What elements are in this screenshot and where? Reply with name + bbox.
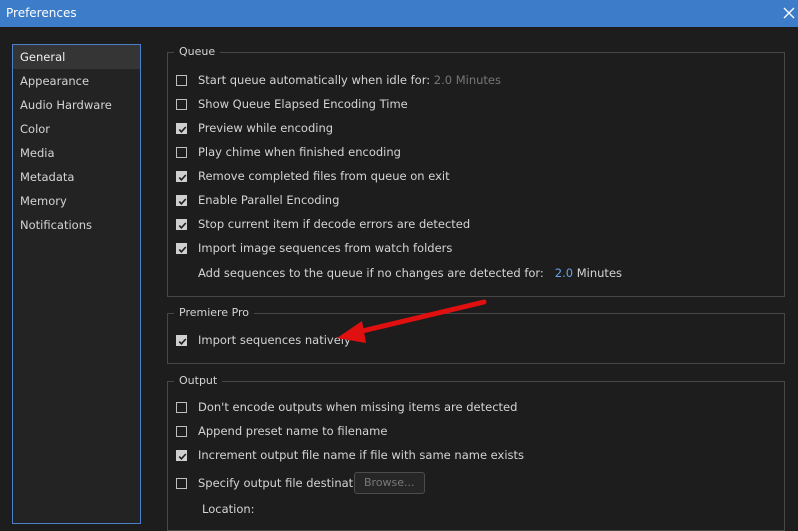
start-queue-idle-unit: Minutes — [455, 73, 501, 87]
queue-legend: Queue — [174, 45, 221, 58]
premiere-pro-legend: Premiere Pro — [174, 306, 255, 319]
append-preset-checkbox[interactable] — [176, 426, 187, 437]
preview-encoding-checkbox[interactable] — [176, 123, 187, 134]
sidebar-item-color[interactable]: Color — [13, 117, 140, 141]
parallel-encoding-checkbox[interactable] — [176, 195, 187, 206]
checkmark-icon — [178, 338, 187, 345]
checkmark-icon — [178, 453, 187, 460]
sidebar-item-appearance[interactable]: Appearance — [13, 69, 140, 93]
import-image-seq-label: Import image sequences from watch folder… — [198, 241, 453, 255]
checkmark-icon — [178, 246, 187, 253]
start-queue-auto-label: Start queue automatically when idle for: — [198, 73, 431, 87]
checkmark-icon — [178, 198, 187, 205]
remove-completed-label: Remove completed files from queue on exi… — [198, 169, 450, 183]
import-natively-checkbox[interactable] — [176, 335, 187, 346]
location-label: Location: — [202, 502, 255, 516]
output-legend: Output — [174, 374, 223, 387]
queue-group: Queue Start queue automatically when idl… — [167, 45, 785, 297]
start-queue-auto-checkbox[interactable] — [176, 75, 187, 86]
checkmark-icon — [178, 126, 187, 133]
start-queue-idle-value[interactable]: 2.0 — [434, 73, 452, 87]
sidebar-item-memory[interactable]: Memory — [13, 189, 140, 213]
add-sequences-row: Add sequences to the queue if no changes… — [198, 266, 622, 281]
checkmark-icon — [178, 222, 187, 229]
window-title: Preferences — [6, 6, 77, 20]
show-elapsed-checkbox[interactable] — [176, 99, 187, 110]
import-image-seq-checkbox[interactable] — [176, 243, 187, 254]
add-sequences-unit: Minutes — [576, 266, 623, 280]
title-bar: Preferences — [0, 0, 798, 27]
checkmark-icon — [178, 174, 187, 181]
preferences-sidebar: General Appearance Audio Hardware Color … — [12, 44, 141, 524]
show-elapsed-label: Show Queue Elapsed Encoding Time — [198, 97, 408, 111]
stop-on-errors-label: Stop current item if decode errors are d… — [198, 217, 471, 231]
add-sequences-label: Add sequences to the queue if no changes… — [198, 266, 544, 280]
remove-completed-checkbox[interactable] — [176, 171, 187, 182]
browse-button[interactable]: Browse... — [354, 472, 425, 494]
dont-encode-checkbox[interactable] — [176, 402, 187, 413]
increment-name-checkbox[interactable] — [176, 450, 187, 461]
import-natively-label: Import sequences natively — [198, 333, 351, 347]
close-icon — [783, 7, 795, 19]
close-button[interactable] — [780, 3, 798, 23]
specify-destination-label: Specify output file destination: — [198, 476, 375, 490]
sidebar-item-metadata[interactable]: Metadata — [13, 165, 140, 189]
sidebar-item-audio-hardware[interactable]: Audio Hardware — [13, 93, 140, 117]
append-preset-label: Append preset name to filename — [198, 424, 388, 438]
parallel-encoding-label: Enable Parallel Encoding — [198, 193, 340, 207]
premiere-pro-group: Premiere Pro Import sequences natively — [167, 306, 785, 364]
output-group: Output Don't encode outputs when missing… — [167, 374, 785, 531]
play-chime-label: Play chime when finished encoding — [198, 145, 401, 159]
dont-encode-label: Don't encode outputs when missing items … — [198, 400, 518, 414]
preview-encoding-label: Preview while encoding — [198, 121, 334, 135]
play-chime-checkbox[interactable] — [176, 147, 187, 158]
increment-name-label: Increment output file name if file with … — [198, 448, 525, 462]
specify-destination-checkbox[interactable] — [176, 478, 187, 489]
add-sequences-value[interactable]: 2.0 — [555, 266, 573, 280]
sidebar-item-notifications[interactable]: Notifications — [13, 213, 140, 237]
sidebar-item-media[interactable]: Media — [13, 141, 140, 165]
stop-on-errors-checkbox[interactable] — [176, 219, 187, 230]
sidebar-item-general[interactable]: General — [13, 45, 140, 69]
